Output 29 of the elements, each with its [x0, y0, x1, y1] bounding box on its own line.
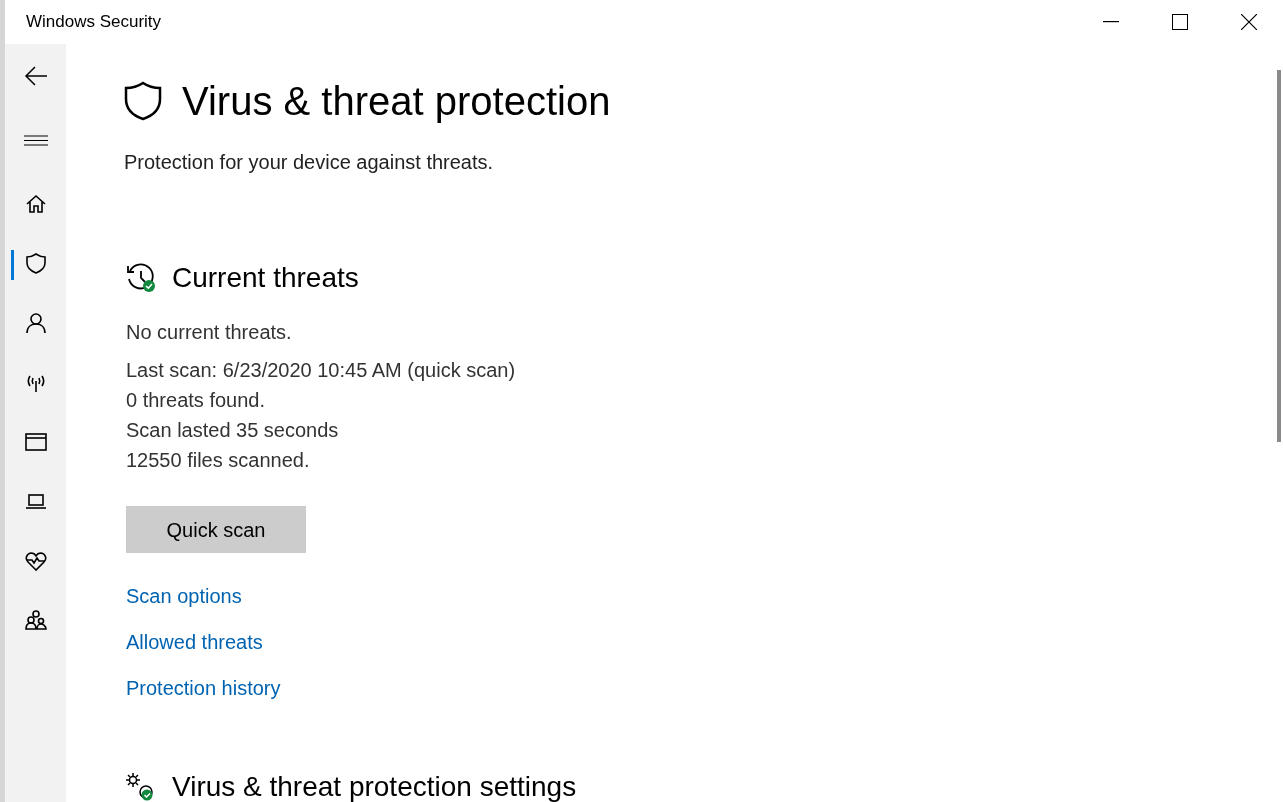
link[interactable]: Protection history	[126, 675, 281, 701]
scan-detail: Last scan: 6/23/2020 10:45 AM (quick scan)	[126, 358, 517, 383]
window-title: Windows Security	[26, 11, 162, 34]
back-icon	[23, 66, 48, 86]
section-heading: Current threats	[172, 261, 359, 295]
heart-pulse-icon	[24, 549, 47, 572]
scan-detail: 12550 files scanned.	[126, 448, 311, 473]
link[interactable]: Allowed threats	[126, 629, 263, 655]
person-icon	[24, 311, 47, 334]
home-icon	[24, 192, 47, 215]
gears-check-icon	[126, 773, 154, 801]
app-window-icon	[24, 430, 47, 453]
quick-scan-button[interactable]: Quick scan	[126, 506, 306, 553]
page-subtitle: Protection for your device against threats.	[124, 150, 495, 175]
link[interactable]: Scan options	[126, 583, 242, 609]
page-title: Virus & threat protection	[182, 81, 611, 121]
shield-icon	[124, 81, 162, 121]
section-heading: Virus & threat protection settings	[172, 773, 577, 801]
shield-icon	[24, 252, 47, 275]
scrollbar-thumb[interactable]	[1277, 70, 1281, 442]
scan-detail: 0 threats found.	[126, 388, 266, 413]
history-check-icon	[126, 263, 156, 293]
close-icon	[1240, 14, 1257, 30]
scan-detail: Scan lasted 35 seconds	[126, 418, 340, 443]
minimize-icon	[1102, 21, 1119, 23]
status-text: No current threats.	[126, 320, 293, 345]
family-icon	[24, 609, 47, 632]
maximize-icon	[1171, 14, 1188, 30]
menu-icon	[23, 134, 48, 146]
